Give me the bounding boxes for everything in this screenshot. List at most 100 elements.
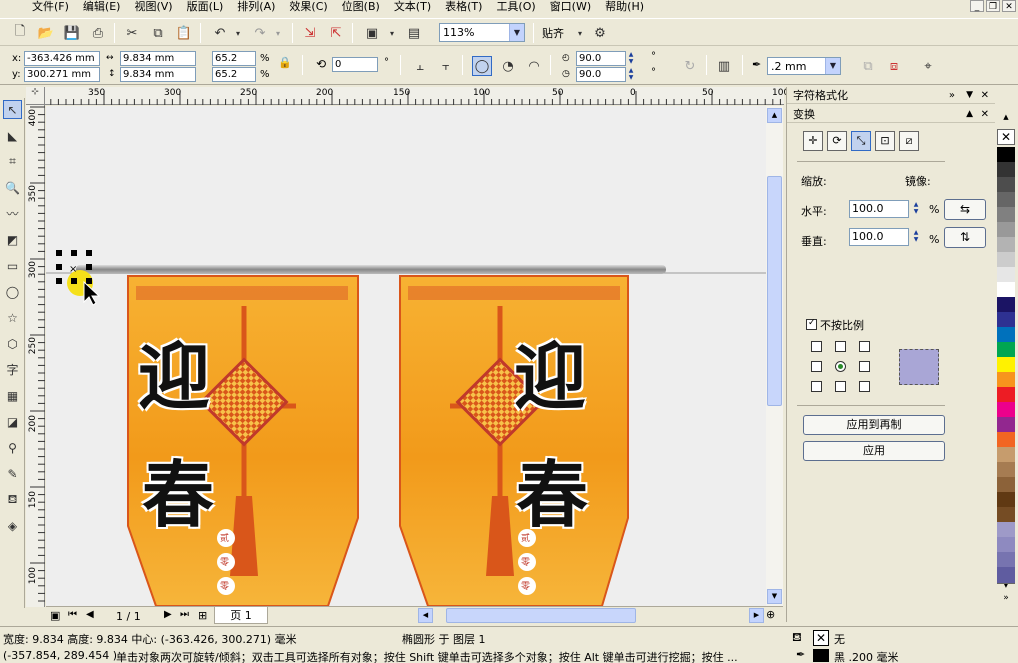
zoom-tool-icon[interactable]: 🔍 [3,178,22,197]
anchor-middle-right[interactable] [859,361,870,372]
scale-y-input[interactable]: 65.2 [212,67,256,82]
menu-view[interactable]: 视图(V) [127,0,179,14]
fill-swatch-none[interactable]: ✕ [813,630,829,646]
page-options-icon[interactable]: ▣ [50,609,60,622]
position-icon[interactable]: ✛ [803,131,823,151]
interactive-fill-tool-icon[interactable]: ◈ [3,516,22,535]
size-icon[interactable]: ⊡ [875,131,895,151]
no-color-swatch[interactable]: ✕ [997,129,1015,145]
zoom-level-select[interactable]: 113% ▼ [439,23,525,42]
fill-tool-icon[interactable]: ⛾ [3,490,22,509]
arc-mode-icon[interactable]: ◠ [524,56,544,76]
menu-file[interactable]: 文件(F) [0,0,76,14]
end-angle-input[interactable]: 90.0 [576,67,626,82]
horizontal-ruler[interactable]: 350 300 250 200 150 100 50 0 50 100 [26,87,789,105]
options-icon[interactable]: ⚙ [590,23,610,43]
close-icon[interactable]: ✕ [1002,0,1016,12]
anchor-middle-left[interactable] [811,361,822,372]
rectangle-tool-icon[interactable]: ▭ [3,256,22,275]
shape-tool-icon[interactable]: ◣ [3,126,22,145]
prev-page-icon[interactable]: ◀ [86,609,94,620]
save-icon[interactable]: 💾 [62,23,82,43]
snap-dropdown-icon[interactable]: ▾ [570,23,590,43]
interactive-blend-tool-icon[interactable]: ◪ [3,412,22,431]
docker-header-transform[interactable]: 变换 ▲ ✕ [787,106,995,123]
palette-flyout-icon[interactable]: » [997,593,1015,605]
height-input[interactable]: 9.834 mm [120,67,196,82]
rotation-input[interactable]: 0 [332,57,378,72]
redo-icon[interactable]: ↷ [250,23,270,43]
scale-mirror-icon[interactable]: ⤡ [851,131,871,151]
paste-icon[interactable]: 📋 [174,23,194,43]
smart-fill-tool-icon[interactable]: ◩ [3,230,22,249]
outline-swatch-black[interactable] [813,649,829,662]
horizontal-scale-input[interactable]: 100.0 [849,200,909,218]
y-position-input[interactable]: 300.271 mm [24,67,100,82]
chevron-down-icon[interactable]: ▼ [966,87,973,104]
anchor-center[interactable] [835,361,846,372]
undo-dropdown-icon[interactable]: ▾ [228,23,248,43]
palette-scroll-up-icon[interactable]: ▲ [997,113,1015,127]
menu-tools[interactable]: 工具(O) [489,0,542,14]
chevron-down-icon[interactable]: ▼ [509,24,524,41]
polygon-tool-icon[interactable]: ☆ [3,308,22,327]
pie-mode-icon[interactable]: ◔ [498,56,518,76]
copy-icon[interactable]: ⧉ [148,23,168,43]
spinner-icon[interactable]: ▲ ▼ [626,67,636,82]
next-page-icon[interactable]: ▶ [164,609,172,620]
skew-icon[interactable]: ⧄ [899,131,919,151]
basic-shapes-tool-icon[interactable]: ⬡ [3,334,22,353]
mirror-vertical-button[interactable]: ⇅ [944,227,986,248]
redo-dropdown-icon[interactable]: ▾ [268,23,288,43]
spinner-icon[interactable]: ▲ ▼ [911,229,921,247]
menu-table[interactable]: 表格(T) [438,0,489,14]
undo-icon[interactable]: ↶ [210,23,230,43]
ellipse-tool-icon[interactable]: ◯ [3,282,22,301]
page-tab[interactable]: 页 1 [214,607,268,624]
expand-icon[interactable]: » [949,87,955,104]
menu-edit[interactable]: 编辑(E) [76,0,128,14]
spinner-icon[interactable]: ▲ ▼ [911,201,921,219]
open-icon[interactable]: 📂 [36,23,56,43]
docker-header-char-format[interactable]: 字符格式化 » ▼ ✕ [787,87,995,104]
chevron-down-icon[interactable]: ▼ [825,58,840,74]
nonproportional-checkbox[interactable]: ✓ [806,318,817,330]
outline-tool-icon[interactable]: ✎ [3,464,22,483]
scroll-up-icon[interactable]: ▲ [767,108,782,123]
menu-layout[interactable]: 版面(L) [180,0,231,14]
freehand-tool-icon[interactable]: 〰 [3,204,22,223]
menu-window[interactable]: 窗口(W) [543,0,598,14]
vertical-ruler[interactable]: 400 350 300 250 200 150 100 [26,105,45,607]
export-icon[interactable]: ⇱ [326,23,346,43]
menu-effects[interactable]: 效果(C) [282,0,334,14]
scroll-right-icon[interactable]: ▶ [749,608,764,623]
new-document-icon[interactable]: 🗋 [10,23,30,43]
last-page-icon[interactable]: ⏭ [180,609,189,620]
mirror-vertical-icon[interactable]: ⫟ [436,56,456,76]
scroll-left-icon[interactable]: ◀ [418,608,433,623]
scroll-down-icon[interactable]: ▼ [767,589,782,604]
application-launcher-icon[interactable]: ▣ [362,23,382,43]
welcome-screen-icon[interactable]: ▤ [404,23,424,43]
add-page-icon[interactable]: ⊞ [198,609,207,622]
restore-icon[interactable]: ❐ [986,0,1000,12]
anchor-top-right[interactable] [859,341,870,352]
convert-to-curves-icon[interactable]: ⧈ [884,56,904,76]
x-position-input[interactable]: -363.426 mm [24,51,100,66]
crop-tool-icon[interactable]: ⌗ [3,152,22,171]
lock-ratio-icon[interactable]: 🔒 [275,52,295,72]
minimize-icon[interactable]: _ [970,0,984,12]
anchor-bottom-right[interactable] [859,381,870,392]
menu-text[interactable]: 文本(T) [387,0,438,14]
mirror-horizontal-icon[interactable]: ⫠ [410,56,430,76]
anchor-bottom-left[interactable] [811,381,822,392]
change-direction-icon[interactable]: ↻ [680,56,700,76]
scale-x-input[interactable]: 65.2 [212,51,256,66]
color-swatch[interactable] [997,567,1015,584]
close-icon[interactable]: ✕ [981,87,989,104]
menu-bitmaps[interactable]: 位图(B) [335,0,387,14]
menu-help[interactable]: 帮助(H) [598,0,651,14]
apply-button[interactable]: 应用 [803,441,945,461]
eyedropper-tool-icon[interactable]: ⚲ [3,438,22,457]
import-icon[interactable]: ⇲ [300,23,320,43]
